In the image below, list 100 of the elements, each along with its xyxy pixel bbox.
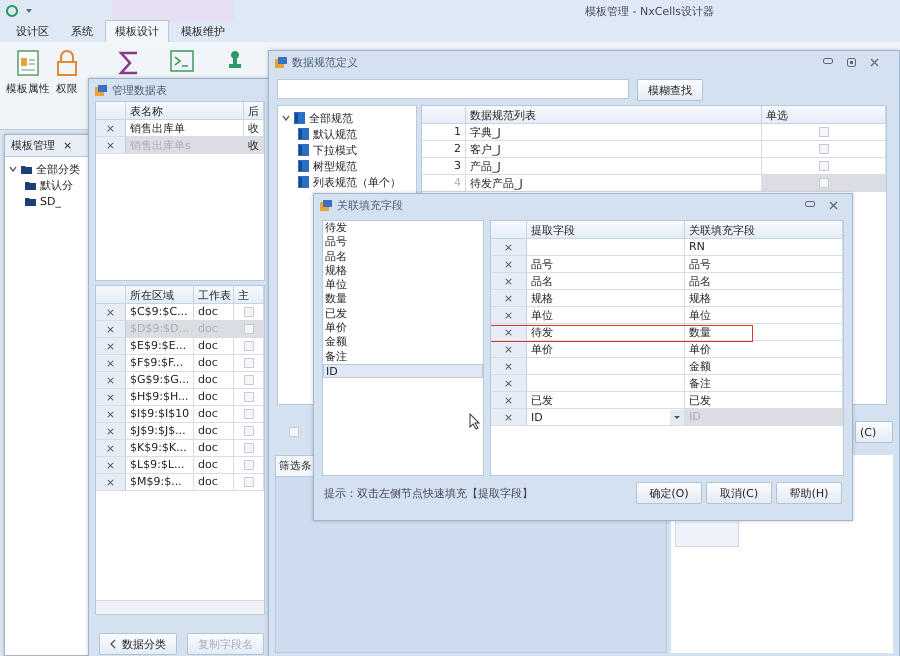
tree-item[interactable]: 下拉模式	[313, 142, 357, 158]
ribbon-tab[interactable]: 系统	[61, 20, 103, 42]
tree-item[interactable]: 树型规范	[313, 158, 357, 174]
delete-button[interactable]: ×	[96, 338, 126, 355]
search-field[interactable]	[277, 79, 629, 99]
close-icon[interactable]	[829, 200, 838, 210]
checkbox[interactable]	[818, 144, 828, 154]
list-item[interactable]: ID	[323, 364, 483, 378]
list-item[interactable]: 品名	[323, 250, 483, 264]
dropdown-icon[interactable]	[26, 8, 32, 14]
delete-button[interactable]: ×	[96, 474, 126, 491]
restore-icon[interactable]	[847, 58, 856, 66]
ribbon-tab[interactable]: 模板设计	[105, 20, 169, 42]
ribbon-tab[interactable]: 模板维护	[171, 20, 235, 42]
list-item[interactable]: 品号	[323, 235, 483, 250]
checkbox[interactable]	[818, 178, 828, 188]
dialog-button[interactable]: 确定(O)	[636, 482, 702, 504]
ribbon-label[interactable]: 权限	[56, 82, 78, 96]
close-icon[interactable]	[870, 58, 879, 66]
panel-tab[interactable]: 筛选条	[275, 455, 314, 476]
caret-icon[interactable]	[9, 165, 17, 173]
delete-button[interactable]: ×	[491, 392, 527, 409]
delete-button[interactable]: ×	[491, 256, 527, 273]
checkbox[interactable]	[244, 443, 254, 453]
list-item[interactable]: 单位	[323, 278, 483, 292]
checkbox[interactable]	[818, 127, 828, 137]
close-icon[interactable]: ×	[63, 139, 72, 152]
checkbox[interactable]	[244, 341, 254, 351]
delete-button[interactable]: ×	[491, 239, 527, 256]
ribbon-tab[interactable]: 设计区	[6, 20, 59, 42]
caret-icon[interactable]	[282, 114, 290, 122]
form-icon[interactable]	[17, 50, 39, 76]
checkbox[interactable]	[244, 375, 254, 385]
checkbox[interactable]	[818, 161, 828, 171]
delete-button[interactable]: ×	[96, 457, 126, 474]
checkbox[interactable]	[244, 477, 254, 487]
table-cell: 单位	[685, 307, 843, 324]
delete-button[interactable]: ×	[96, 406, 126, 423]
list-item[interactable]: 单价	[323, 321, 483, 336]
table-cell[interactable]: 待发产品_J	[466, 175, 762, 192]
table-cell: doc	[194, 304, 234, 321]
delete-button[interactable]: ×	[96, 120, 126, 137]
tree-item[interactable]: SD_	[40, 194, 61, 208]
tree-item[interactable]: 默认分	[40, 178, 73, 192]
delete-button[interactable]: ×	[96, 372, 126, 389]
list-item[interactable]: 待发	[323, 221, 483, 236]
search-button[interactable]: 模糊查找	[637, 79, 703, 101]
delete-button[interactable]: ×	[96, 440, 126, 457]
dialog-button[interactable]: 取消(C)	[706, 482, 772, 504]
minimize-icon[interactable]	[805, 200, 815, 206]
table-cell[interactable]: 产品_J	[466, 158, 762, 175]
terminal-icon[interactable]	[170, 50, 194, 72]
list-item[interactable]: 数量	[323, 292, 483, 307]
checkbox[interactable]	[244, 426, 254, 436]
list-item[interactable]: 规格	[323, 264, 483, 278]
dialog-button[interactable]: 帮助(H)	[776, 482, 842, 504]
delete-button[interactable]: ×	[96, 389, 126, 406]
delete-button[interactable]: ×	[96, 321, 126, 338]
delete-button[interactable]: ×	[491, 341, 527, 358]
list-item[interactable]: 已发	[323, 306, 483, 322]
delete-button[interactable]: ×	[96, 423, 126, 440]
delete-button[interactable]: ×	[491, 375, 527, 392]
delete-button[interactable]: ×	[491, 324, 527, 341]
list-item[interactable]: 备注	[323, 350, 483, 364]
tree-item[interactable]: 默认规范	[313, 126, 357, 142]
tree-item[interactable]: 全部分类	[36, 162, 80, 176]
horizontal-scrollbar[interactable]	[96, 600, 264, 614]
delete-button[interactable]: ×	[96, 137, 126, 154]
folder-icon	[21, 164, 32, 174]
checkbox[interactable]	[244, 409, 254, 419]
ribbon-label[interactable]: 模板属性	[6, 82, 50, 96]
tree-item[interactable]: 列表规范（单个）	[313, 174, 401, 190]
checkbox[interactable]	[244, 358, 254, 368]
delete-button[interactable]: ×	[491, 409, 527, 426]
delete-button[interactable]: (C)	[855, 421, 893, 443]
panel-tab[interactable]: 模板管理	[11, 138, 55, 153]
toolbar-button[interactable]: 数据分类	[99, 633, 177, 655]
delete-button[interactable]: ×	[491, 358, 527, 375]
delete-button[interactable]: ×	[491, 273, 527, 290]
checkbox[interactable]	[289, 427, 299, 437]
column-header: 数据规范列表	[466, 106, 762, 124]
checkbox[interactable]	[244, 324, 254, 334]
table-cell[interactable]: 字典_J	[466, 124, 762, 141]
table-cell[interactable]: 客户_J	[466, 141, 762, 158]
lock-icon[interactable]	[56, 50, 78, 76]
minimize-icon[interactable]	[823, 58, 833, 64]
delete-button[interactable]: ×	[491, 290, 527, 307]
sigma-icon[interactable]	[118, 50, 140, 76]
column-header: 单选	[762, 106, 886, 124]
checkbox[interactable]	[244, 307, 254, 317]
delete-button[interactable]: ×	[96, 355, 126, 372]
tree-item[interactable]: 全部规范	[309, 110, 353, 126]
delete-button[interactable]: ×	[491, 307, 527, 324]
stamp-icon[interactable]	[228, 50, 242, 70]
list-item[interactable]: 金额	[323, 335, 483, 350]
field-dropdown[interactable]: ID	[527, 409, 685, 426]
dropdown-icon[interactable]	[670, 410, 684, 424]
delete-button[interactable]: ×	[96, 304, 126, 321]
checkbox[interactable]	[244, 460, 254, 470]
checkbox[interactable]	[244, 392, 254, 402]
